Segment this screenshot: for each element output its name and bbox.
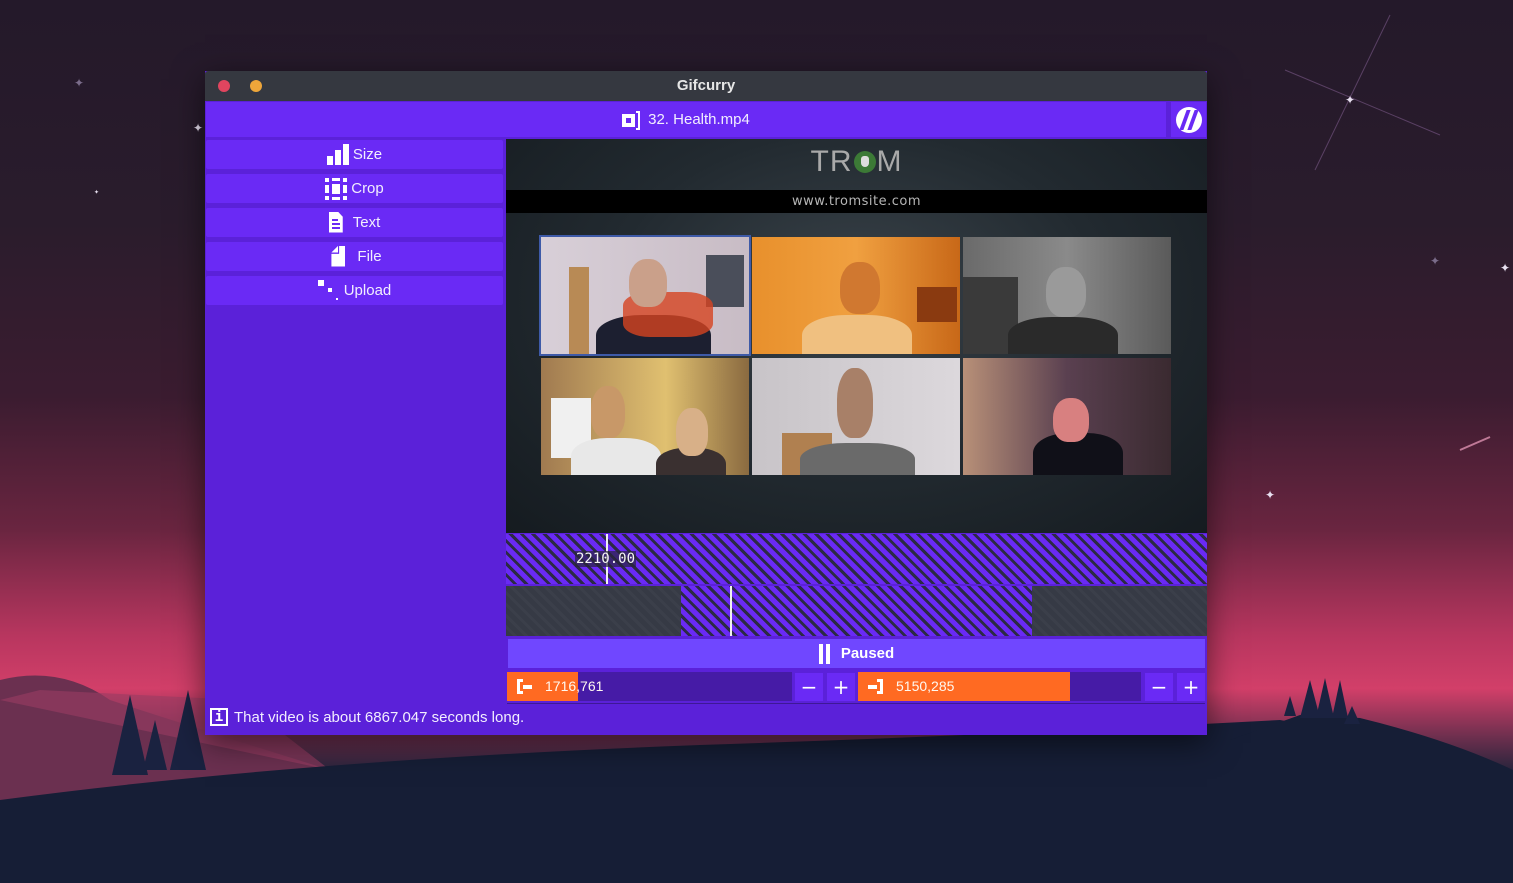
participant-tile [963, 358, 1171, 475]
play-pause-button[interactable]: Paused [508, 639, 1205, 668]
sidebar-item-label: Crop [351, 180, 384, 197]
end-time-field[interactable]: 5150,285 [858, 672, 1141, 701]
window-title: Gifcurry [676, 77, 736, 94]
seek-bar[interactable]: 2210.00 [506, 534, 1207, 584]
star-icon: ✦ [1430, 254, 1441, 268]
star-icon: ✦ [1345, 93, 1356, 107]
sidebar-item-file[interactable]: File [206, 242, 503, 271]
sidebar-item-label: Size [352, 146, 383, 163]
sidebar-item-crop[interactable]: Crop [206, 174, 503, 203]
video-watermark-logo: TR M [506, 145, 1207, 179]
participant-tile [752, 358, 960, 475]
logo-text: M [876, 145, 903, 178]
star-icon: ✦ [1265, 488, 1276, 502]
playhead-time-label: 2210.00 [575, 551, 637, 567]
logo-text: TR [810, 145, 853, 178]
star-icon: ✦ [94, 189, 100, 196]
gifcurry-logo-icon [1175, 106, 1202, 133]
video-preview[interactable]: TR M www.tromsite.com [506, 139, 1207, 533]
star-icon: ✦ [193, 121, 204, 135]
status-message: That video is about 6867.047 seconds lon… [234, 708, 525, 726]
end-time-value: 5150,285 [896, 678, 955, 694]
about-button[interactable] [1171, 102, 1206, 137]
sidebar: Size Crop Text File Upload [206, 140, 503, 310]
participant-tile [963, 237, 1171, 354]
info-icon: i [210, 708, 228, 726]
start-time-field[interactable]: 1716,761 [507, 672, 792, 701]
start-decrement-button[interactable]: − [795, 673, 823, 701]
star-icon: ✦ [74, 76, 85, 90]
hand-icon [853, 151, 876, 173]
open-file-button[interactable]: 32. Health.mp4 [206, 102, 1166, 137]
participant-tile [752, 237, 960, 354]
text-document-icon [328, 211, 343, 234]
sidebar-item-upload[interactable]: Upload [206, 276, 503, 305]
sidebar-item-label: Text [352, 214, 381, 231]
sidebar-item-size[interactable]: Size [206, 140, 503, 169]
file-icon [327, 245, 349, 268]
status-bar: i That video is about 6867.047 seconds l… [210, 708, 524, 726]
trim-range-bar[interactable] [506, 586, 1207, 636]
divider [507, 703, 1205, 704]
range-cursor-marker[interactable] [730, 586, 732, 636]
participant-tile [539, 235, 751, 356]
end-time-fill [858, 672, 1070, 701]
star-icon: ✦ [1500, 261, 1511, 275]
end-increment-button[interactable]: + [1177, 673, 1205, 701]
participant-tile [541, 358, 749, 475]
pause-icon [818, 643, 831, 664]
sidebar-item-label: Upload [343, 282, 392, 299]
start-increment-button[interactable]: + [827, 673, 855, 701]
video-file-icon [622, 110, 641, 130]
gifcurry-window: Gifcurry 32. Health.mp4 Size Crop Text F… [205, 71, 1207, 735]
crop-icon [325, 177, 348, 200]
video-url-banner: www.tromsite.com [506, 190, 1207, 213]
playback-state-label: Paused [840, 645, 895, 662]
range-end-icon [868, 679, 884, 694]
sidebar-item-label: File [357, 248, 382, 265]
end-decrement-button[interactable]: − [1145, 673, 1173, 701]
title-bar[interactable]: Gifcurry [205, 71, 1207, 101]
upload-icon [317, 279, 340, 302]
selected-range[interactable] [681, 586, 1032, 636]
start-time-value: 1716,761 [545, 678, 604, 694]
bar-chart-icon [326, 143, 349, 166]
range-start-icon [517, 679, 533, 694]
file-name: 32. Health.mp4 [648, 111, 750, 128]
sidebar-item-text[interactable]: Text [206, 208, 503, 237]
